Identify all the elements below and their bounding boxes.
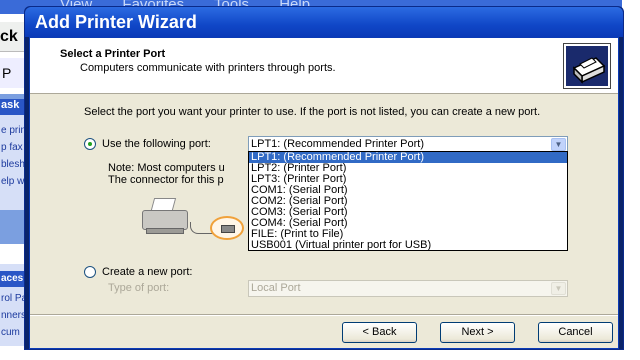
chevron-down-icon[interactable]: ▼ xyxy=(551,282,566,295)
note-line: The connector for this p xyxy=(108,174,224,186)
page-title: Select a Printer Port xyxy=(60,48,166,60)
note-line: Note: Most computers u xyxy=(108,162,225,174)
next-button[interactable]: Next > xyxy=(440,322,515,343)
port-type-value: Local Port xyxy=(251,282,301,294)
port-note: Note: Most computers u The connector for… xyxy=(108,162,225,186)
printer-wizard-icon xyxy=(563,43,611,89)
parallel-port-icon xyxy=(210,216,244,240)
wizard-header: Select a Printer Port Computers communic… xyxy=(30,38,618,94)
add-printer-wizard-dialog: Add Printer Wizard Select a Printer Port… xyxy=(24,6,624,350)
use-following-port-radio[interactable] xyxy=(84,138,96,150)
printer-illustration-icon xyxy=(138,196,190,238)
back-button[interactable]: < Back xyxy=(342,322,417,343)
port-option-usb001[interactable]: USB001 (Virtual printer port for USB) xyxy=(249,240,567,251)
chevron-down-icon[interactable]: ▼ xyxy=(551,138,566,151)
instructions-text: Select the port you want your printer to… xyxy=(84,106,541,118)
use-following-port-label[interactable]: Use the following port: xyxy=(102,138,211,150)
wizard-title[interactable]: Add Printer Wizard xyxy=(25,7,623,37)
port-dropdown-list[interactable]: LPT1: (Recommended Printer Port) LPT2: (… xyxy=(248,151,568,251)
type-of-port-label: Type of port: xyxy=(108,282,170,294)
page-subtitle: Computers communicate with printers thro… xyxy=(80,62,336,74)
background-right-edge xyxy=(622,0,640,360)
port-type-select[interactable]: Local Port ▼ xyxy=(248,280,568,297)
port-select-value: LPT1: (Recommended Printer Port) xyxy=(251,138,425,150)
create-new-port-radio[interactable] xyxy=(84,266,96,278)
wizard-body: Select a Printer Port Computers communic… xyxy=(29,37,619,349)
footer-divider xyxy=(30,314,618,316)
cancel-button[interactable]: Cancel xyxy=(538,322,613,343)
create-new-port-label[interactable]: Create a new port: xyxy=(102,266,193,278)
